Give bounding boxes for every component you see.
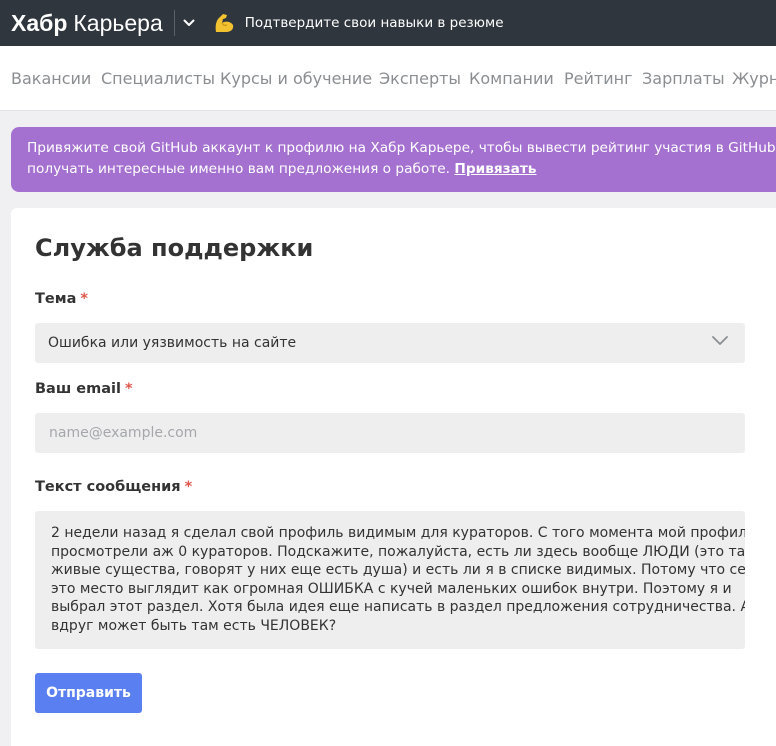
nav-item-experts[interactable]: Эксперты: [379, 69, 461, 88]
message-label-text: Текст сообщения: [35, 479, 181, 495]
topic-select[interactable]: Ошибка или уязвимость на сайте: [35, 323, 745, 363]
topic-label: Тема *: [35, 291, 88, 307]
message-line: выбрал этот раздел. Хотя была идея еще н…: [51, 599, 745, 615]
nav-item-rating[interactable]: Рейтинг: [564, 69, 632, 88]
message-line: просмотрели аж 0 кураторов. Подскажите, …: [51, 543, 745, 560]
email-label-text: Ваш email: [35, 381, 121, 397]
message-line: живые существа, говорят у них еще есть д…: [51, 562, 745, 578]
nav-item-salaries[interactable]: Зарплаты: [642, 69, 725, 88]
message-line: вдруг может быть там есть ЧЕЛОВЕК?: [51, 617, 337, 634]
topic-select-value: Ошибка или уязвимость на сайте: [48, 335, 297, 351]
submit-button[interactable]: Отправить: [35, 673, 142, 713]
chevron-down-icon: [183, 19, 195, 26]
logo-brand: Хабр: [11, 9, 68, 36]
promo-link[interactable]: Подтвердите свои навыки в резюме: [245, 15, 504, 31]
chevron-down-icon: [712, 336, 728, 345]
email-field[interactable]: [35, 413, 745, 453]
nav-item-specialists[interactable]: Специалисты: [101, 69, 215, 88]
message-textarea[interactable]: 2 недели назад я сделал свой профиль вид…: [35, 511, 745, 649]
page-title: Служба поддержки: [35, 234, 314, 262]
message-line: это место выглядит как огромная ОШИБКА с…: [51, 580, 732, 597]
nav-item-companies[interactable]: Компании: [469, 69, 554, 88]
banner-link-bind-github[interactable]: Привязать: [454, 161, 536, 177]
top-header-bar: Хабр Карьера Подтвердите свои навыки в р…: [0, 0, 776, 46]
github-banner: Привяжите свой GitHub аккаунт к профилю …: [11, 127, 776, 192]
message-line: 2 недели назад я сделал свой профиль вид…: [51, 525, 745, 541]
banner-text-line-2-body: получать интересные именно вам предложен…: [27, 161, 451, 177]
nav-item-courses[interactable]: Курсы и обучение: [220, 69, 372, 88]
support-form-card: Служба поддержки Тема * Ошибка или уязвим…: [11, 208, 776, 746]
habr-career-logo[interactable]: Хабр Карьера: [11, 10, 163, 37]
banner-text-line-1: Привяжите свой GitHub аккаунт к профилю …: [27, 140, 776, 156]
nav-item-journal[interactable]: Журн: [732, 69, 776, 88]
logo-product: Карьера: [73, 9, 163, 36]
message-label: Текст сообщения *: [35, 479, 192, 495]
header-divider: [173, 10, 175, 36]
topic-label-text: Тема: [35, 291, 77, 307]
required-mark: *: [184, 479, 193, 495]
services-menu-button[interactable]: [177, 10, 201, 36]
flexed-biceps-icon: [211, 10, 237, 36]
main-nav: Вакансии Специалисты Курсы и обучение Эк…: [0, 46, 776, 111]
required-mark: *: [80, 291, 88, 307]
nav-item-vacancies[interactable]: Вакансии: [11, 69, 91, 88]
banner-text-line-2: получать интересные именно вам предложен…: [27, 159, 776, 180]
required-mark: *: [124, 381, 133, 397]
email-label: Ваш email *: [35, 381, 133, 397]
